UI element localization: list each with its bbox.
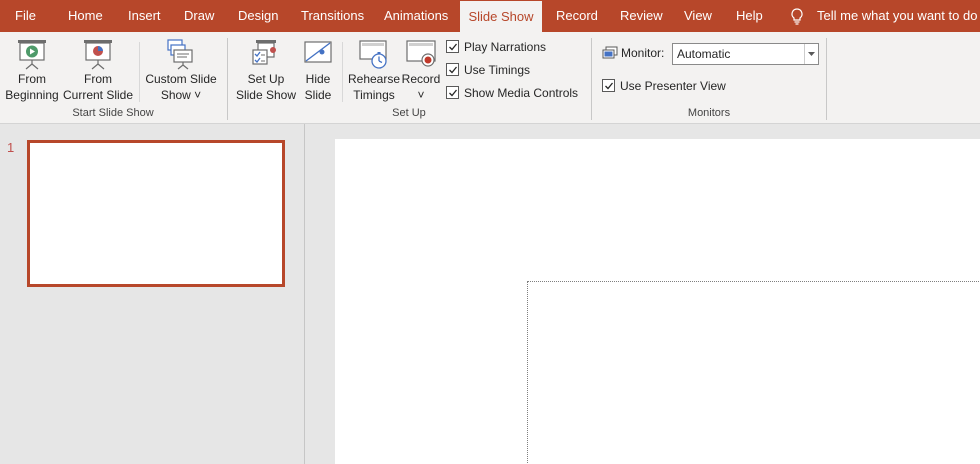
rehearse-timer-icon: [359, 40, 387, 69]
from-beginning-label-2: Beginning: [5, 88, 59, 102]
chevron-down-icon: [808, 52, 815, 56]
monitor-select[interactable]: Automatic: [672, 43, 819, 65]
from-beginning-button[interactable]: From Beginning: [2, 32, 62, 104]
record-icon: [406, 40, 436, 67]
group-label-set-up: Set Up: [392, 107, 426, 119]
checkmark-icon: [605, 82, 614, 90]
checkbox-box[interactable]: [602, 79, 615, 92]
rehearse-label-1: Rehearse: [347, 72, 401, 86]
show-media-controls-label: Show Media Controls: [464, 86, 579, 100]
tell-me-text: Tell me what you want to do: [817, 8, 978, 23]
hide-slide-label-1: Hide: [305, 72, 331, 86]
presentation-play-icon: [18, 40, 46, 70]
record-label-1: Record: [401, 72, 441, 86]
monitor-select-value: Automatic: [677, 47, 731, 61]
tab-insert[interactable]: Insert: [128, 0, 161, 32]
rehearse-label-2: Timings: [353, 88, 395, 102]
checkbox-box[interactable]: [446, 63, 459, 76]
checkmark-icon: [449, 89, 458, 97]
use-presenter-view-label: Use Presenter View: [620, 79, 726, 93]
tab-transitions[interactable]: Transitions: [301, 0, 364, 32]
presentation-current-icon: [84, 40, 112, 70]
slide-thumbnail[interactable]: [27, 140, 285, 287]
content-placeholder[interactable]: [527, 281, 980, 464]
tab-view[interactable]: View: [684, 0, 712, 32]
divider: [139, 42, 140, 102]
record-dropdown-arrow[interactable]: ˅: [400, 87, 442, 103]
group-label-start-slide-show: Start Slide Show: [72, 107, 154, 119]
custom-show-icon: [167, 39, 193, 70]
tab-help[interactable]: Help: [736, 0, 763, 32]
use-timings-label: Use Timings: [464, 63, 531, 77]
from-current-label-2: Current Slide: [62, 88, 134, 102]
monitor-icon: [602, 46, 618, 59]
monitor-select-arrow[interactable]: [804, 44, 818, 64]
tab-animations[interactable]: Animations: [384, 0, 448, 32]
tab-home[interactable]: Home: [68, 0, 103, 32]
set-up-slide-show-button[interactable]: Set Up Slide Show: [234, 32, 298, 104]
custom-slide-show-button[interactable]: Custom Slide Show ˅: [143, 32, 219, 104]
from-current-label-1: From: [84, 72, 112, 86]
hide-slide-button[interactable]: Hide Slide: [298, 32, 338, 104]
hide-slide-label-2: Slide: [304, 88, 332, 102]
from-current-slide-button[interactable]: From Current Slide: [62, 32, 134, 104]
setup-show-label-1: Set Up: [247, 72, 285, 86]
slide-number: 1: [7, 140, 15, 155]
tab-draw[interactable]: Draw: [184, 0, 214, 32]
from-beginning-label-1: From: [18, 72, 46, 86]
record-button[interactable]: Record ˅: [400, 32, 442, 104]
tab-file[interactable]: File: [15, 0, 36, 32]
checkmark-icon: [449, 66, 458, 74]
hide-slide-icon: [304, 41, 332, 63]
setup-show-label-2: Slide Show: [235, 88, 297, 102]
tab-review[interactable]: Review: [620, 0, 663, 32]
group-label-monitors: Monitors: [687, 107, 731, 119]
tab-record[interactable]: Record: [556, 0, 598, 32]
divider: [342, 42, 343, 102]
monitor-label: Monitor:: [621, 46, 665, 60]
rehearse-timings-button[interactable]: Rehearse Timings: [346, 32, 402, 104]
lightbulb-icon: [791, 8, 803, 25]
play-narrations-label: Play Narrations: [464, 40, 547, 54]
checkbox-box[interactable]: [446, 40, 459, 53]
setup-show-icon: [252, 40, 276, 65]
checkmark-icon: [449, 43, 458, 51]
ribbon: From Beginning From Current Slide Custom…: [0, 32, 980, 124]
checkbox-box[interactable]: [446, 86, 459, 99]
custom-show-label-1: Custom Slide: [145, 72, 217, 86]
tab-design[interactable]: Design: [238, 0, 278, 32]
tab-slide-show[interactable]: Slide Show: [460, 1, 542, 32]
group-divider: [826, 38, 827, 120]
custom-show-label-2: Show ˅: [160, 88, 202, 102]
ribbon-tab-bar: File Home Insert Draw Design Transitions…: [0, 0, 980, 32]
